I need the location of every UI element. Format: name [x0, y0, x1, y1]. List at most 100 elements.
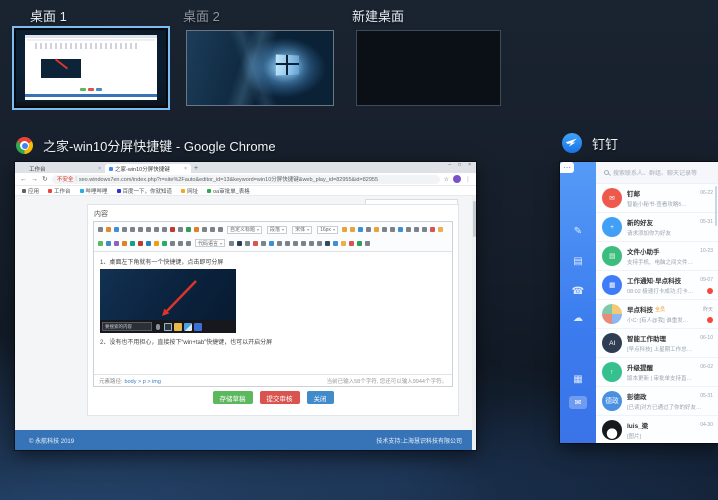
toolbar-icon [269, 241, 274, 246]
chat-avatar: 德政 [602, 391, 622, 411]
char-count: 当前已输入58个字符, 您还可以输入9944个字符。 [327, 377, 447, 385]
bookmark-label: 百度一下，你就知道 [123, 187, 173, 195]
desktop-2-thumbnail[interactable] [186, 30, 334, 106]
chat-list-item: + 新的好友 05-31 请求添加你为好友 [596, 213, 718, 242]
toolbar-icon [325, 241, 330, 246]
toolbar-icon [430, 227, 435, 232]
unread-badge [707, 317, 713, 323]
bookmark-star-icon: ☆ [444, 176, 449, 183]
chrome-window-title[interactable]: 之家-win10分屏快捷键 - Google Chrome [16, 136, 276, 155]
screenshot-taskbar: 要搜索的内容 [100, 320, 236, 333]
toolbar-icon [237, 241, 242, 246]
chat-texts: 工作通知·早点科技 09-07 08:02 极速打卡成功;打卡… [627, 275, 713, 295]
toolbar-icon [170, 227, 175, 232]
chat-time: 06-10 [698, 335, 713, 341]
element-path-value: body > p > img [125, 379, 161, 385]
workbench-icon: ▦ [571, 372, 585, 386]
toolbar-icon [178, 227, 183, 232]
bookmark-item: 应用 [22, 187, 39, 195]
chat-preview: [已读]对方已通过了你的好友… [627, 403, 713, 411]
toolbar-icon [406, 227, 411, 232]
bookmark-favicon [22, 189, 26, 193]
red-arrow-annotation [140, 277, 210, 321]
chat-list-item: ▦ 工作通知·早点科技 09-07 08:02 极速打卡成功;打卡… [596, 271, 718, 300]
toolbar-icon [106, 241, 111, 246]
chat-preview: 版本更新 | 审批单支持直… [627, 374, 713, 382]
chat-avatar: ▦ [602, 275, 622, 295]
toolbar-icon [154, 241, 159, 246]
toolbar-icon [146, 227, 151, 232]
bookmark-label: 工作台 [54, 187, 71, 195]
pen-app-icon [184, 323, 192, 331]
toolbar-icon [122, 241, 127, 246]
toolbar-icon [138, 241, 143, 246]
toolbar-icon [146, 241, 151, 246]
chat-texts: 彭德政 05-31 [已读]对方已通过了你的好友… [627, 391, 713, 411]
code-language-dropdown: 代码语言 [195, 239, 225, 247]
store-app-icon [194, 323, 202, 331]
dingtalk-window-preview[interactable]: ⋯ ✎ ▤ ☎ ☁ ▦ ✉ 搜索联系人、群组、聊天记录等 ✉ 钉邮 [560, 162, 718, 443]
chat-preview: 智能小秘书·查看攻略5… [627, 200, 713, 208]
chat-texts: 文件小助手 10-23 支持手机、电脑之间文件… [627, 246, 713, 266]
profile-avatar [453, 175, 461, 183]
ding-icon: ✎ [571, 224, 585, 238]
mini-browser-toolbar [25, 35, 157, 38]
security-warning: 不安全 [57, 175, 74, 183]
chat-preview: [早点科技] 上星期工作总… [627, 345, 713, 353]
bookmark-favicon [207, 189, 211, 193]
chat-time: 昨天 [701, 306, 713, 313]
scrollbar-thumb [473, 201, 476, 237]
chat-texts: luis_梁 04-30 [图片] [627, 420, 713, 440]
mini-footer-bar [25, 94, 157, 97]
content-field-label: 内容 [94, 209, 458, 219]
mini-address-bar [27, 39, 155, 41]
dingtalk-icon [562, 133, 582, 153]
chat-texts: 新的好友 05-31 请求添加你为好友 [627, 217, 713, 237]
avatar-glyph: ✉ [609, 194, 615, 202]
bookmark-favicon [117, 189, 121, 193]
avatar-glyph: ▦ [609, 281, 615, 289]
toolbar-icon [357, 241, 362, 246]
menu-dots-icon: ⋮ [465, 176, 471, 183]
folder-icon [174, 323, 182, 331]
mini-close-button [96, 88, 102, 91]
chat-avatar: ✉ [602, 188, 622, 208]
browser-tab-strip: 工作台 × 之家-win10分屏快捷键 × + – □ × [15, 162, 476, 173]
font-dropdown: 宋体 [292, 226, 312, 234]
chat-texts: 早点科技 全员 昨天 小C: [有人@我] 谁重发… [627, 304, 713, 324]
desktop-1-thumbnail[interactable] [12, 26, 170, 110]
chat-list-item: ▤ 文件小助手 10-23 支持手机、电脑之间文件… [596, 242, 718, 271]
toolbar-icon [210, 227, 215, 232]
element-path-label: 元素路径: [99, 379, 123, 385]
toolbar-icon [245, 241, 250, 246]
avatar-glyph: + [610, 224, 614, 231]
back-icon: ← [20, 176, 27, 183]
new-desktop-thumbnail[interactable] [356, 30, 501, 106]
toolbar-icon [301, 241, 306, 246]
chat-time: 09-07 [698, 277, 713, 283]
separator: | [75, 176, 76, 182]
chat-avatar [602, 304, 622, 324]
toolbar-icon [130, 227, 135, 232]
url-text: seo.windows7en.com/index.php?r=site%2Fau… [79, 175, 378, 183]
form-button: 提交审核 [260, 391, 300, 404]
chrome-window-title-text: 之家-win10分屏快捷键 - Google Chrome [43, 136, 276, 155]
element-path-row: 元素路径:body > p > img 当前已输入58个字符, 您还可以输入99… [94, 374, 452, 386]
chrome-window-preview[interactable]: 工作台 × 之家-win10分屏快捷键 × + – □ × ← → ↻ 不安全 … [15, 162, 476, 450]
footer-copyright: © 永航科技 2019 [29, 436, 74, 445]
messages-icon: ⋯ [560, 162, 574, 173]
bookmark-label: 应用 [28, 187, 39, 195]
chat-name: 钉邮 [627, 188, 640, 198]
dingtalk-window-title[interactable]: 钉钉 [562, 133, 618, 153]
article-step-2: 2、没有也不用担心，直接按下“win+tab”快捷键，也可以开启分屏 [100, 337, 446, 346]
unread-badge [707, 288, 713, 294]
bookmark-label: oa审批单_表格 [213, 187, 250, 195]
mini-save-button [80, 88, 86, 91]
chat-name: 智能工作助理 [627, 333, 666, 343]
tab-close-icon: × [184, 166, 187, 172]
form-button: 存储草稿 [213, 391, 253, 404]
chat-name: 彭德政 [627, 391, 647, 401]
footer-support: 技术支持:上海慧识科技有限公司 [376, 436, 462, 445]
bookmark-label: 哔哩哔哩 [86, 187, 108, 195]
chat-texts: 升级提醒 06-02 版本更新 | 审批单支持直… [627, 362, 713, 382]
